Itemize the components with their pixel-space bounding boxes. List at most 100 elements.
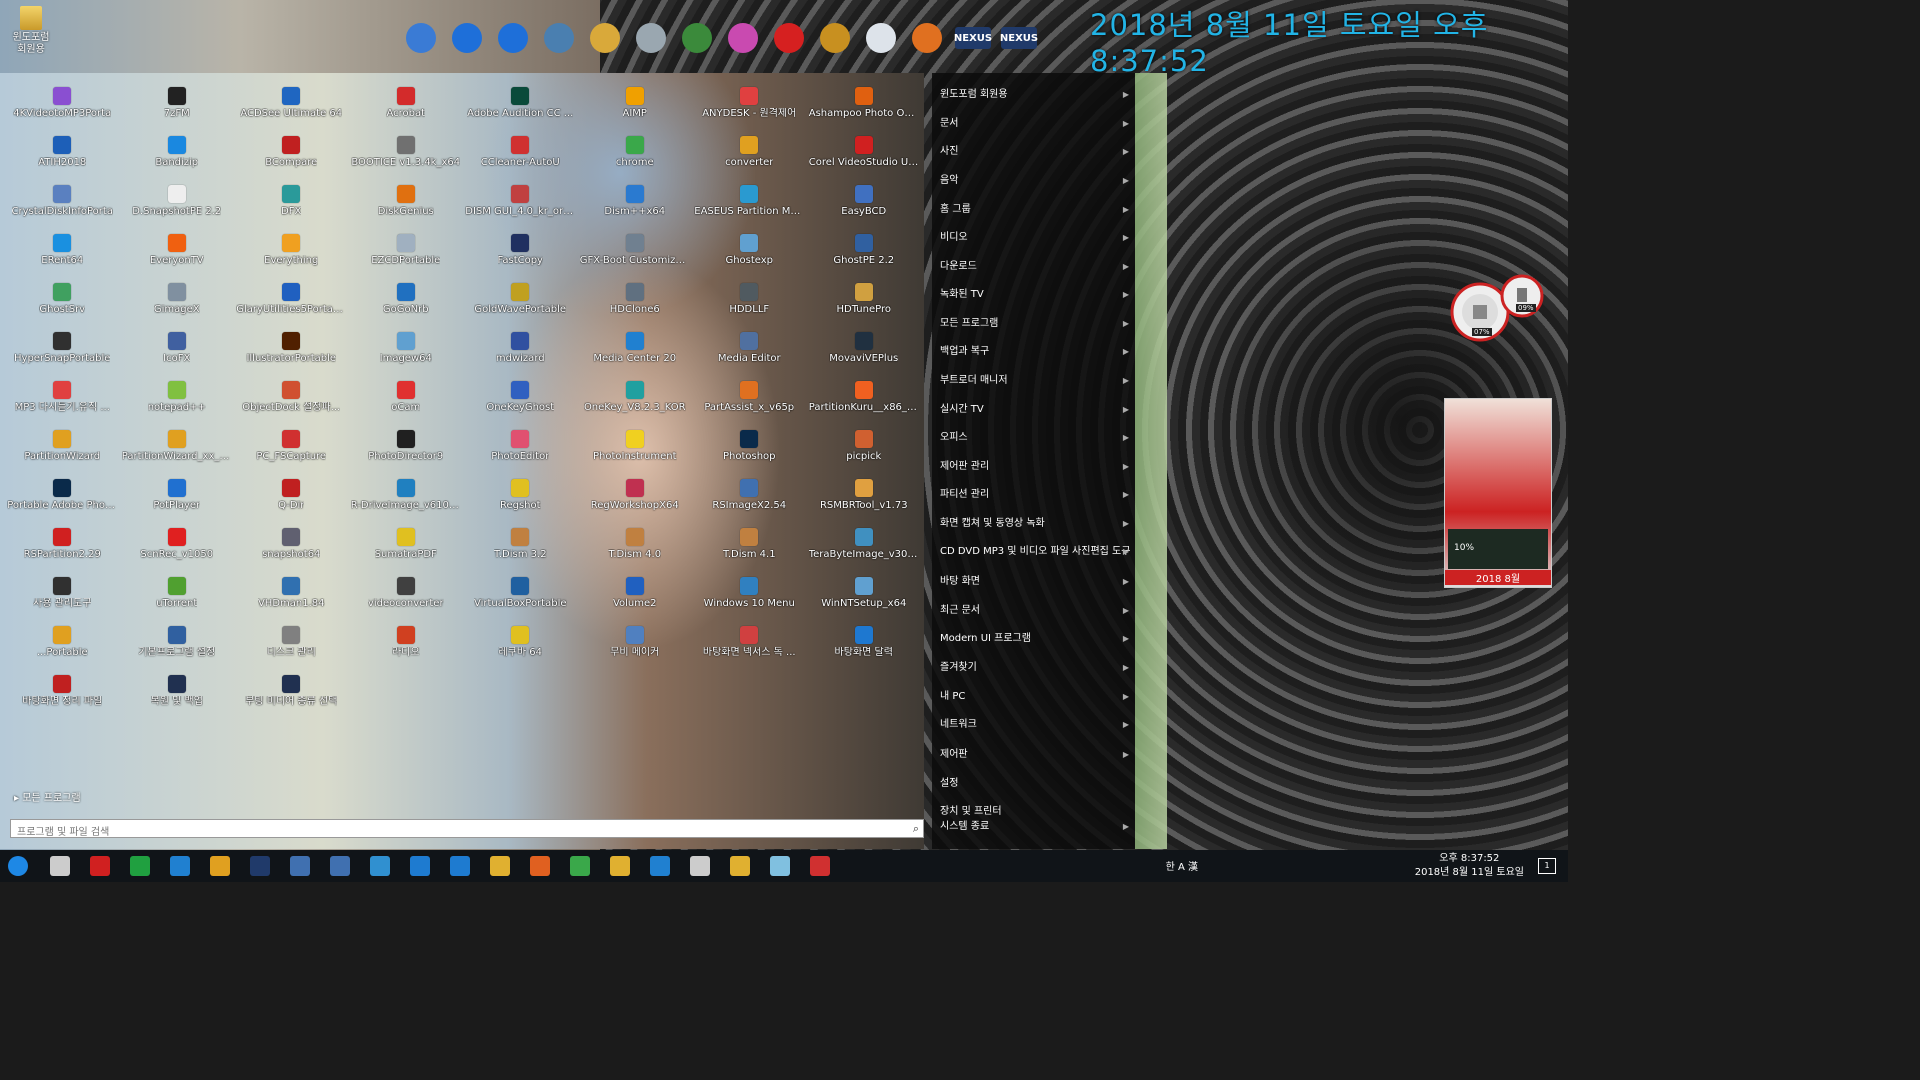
start-right-item[interactable]: Modern UI 프로그램 ▶ (940, 631, 1135, 647)
program-item[interactable]: Corel VideoStudio Ul... (807, 132, 922, 181)
program-item[interactable]: OneKeyGhost (463, 377, 578, 426)
start-right-item[interactable]: 윈도포럼 회원용 ▶ (940, 87, 1135, 103)
folder-icon[interactable] (490, 856, 510, 876)
undo-icon[interactable] (446, 18, 488, 58)
edge-icon[interactable] (450, 856, 470, 876)
program-item[interactable]: Ashampoo Photo Op... (807, 83, 922, 132)
program-item[interactable]: snapshot64 (234, 524, 349, 573)
task-view-icon[interactable] (50, 856, 70, 876)
program-item[interactable]: Everything (234, 230, 349, 279)
photo-clock-gadget[interactable]: 10% 2018 8월 (1444, 398, 1552, 588)
program-item[interactable]: T.Dism 4.0 (578, 524, 693, 573)
power-orange-icon[interactable] (210, 856, 230, 876)
monitor2-icon[interactable] (330, 856, 350, 876)
program-item[interactable]: EveryonTV (120, 230, 235, 279)
key-icon[interactable] (584, 18, 626, 58)
program-item[interactable]: 라디오 (349, 622, 464, 671)
program-item[interactable]: OneKey_V8.2.3_KOR (578, 377, 693, 426)
start-right-item[interactable]: 파티션 관리 ▶ (940, 487, 1135, 503)
globe-icon[interactable] (676, 18, 718, 58)
start-right-item[interactable]: 바탕 화면 ▶ (940, 574, 1135, 590)
start-right-item[interactable]: 최근 문서 ▶ (940, 603, 1135, 619)
volume-gadget[interactable]: 10% (1448, 529, 1548, 569)
gear-icon[interactable] (370, 856, 390, 876)
program-item[interactable]: PartitionWizard (5, 426, 120, 475)
start-right-item[interactable]: 즐겨찾기 ▶ (940, 660, 1135, 676)
program-item[interactable]: Volume2 (578, 573, 693, 622)
start-right-item[interactable]: 사진 ▶ (940, 144, 1135, 160)
program-item[interactable]: Media Center 20 (578, 328, 693, 377)
program-item[interactable]: GoldWavePortable (463, 279, 578, 328)
start-right-item[interactable]: 장치 및 프린터 (940, 804, 1135, 820)
program-item[interactable]: GoGoNrb (349, 279, 464, 328)
start-right-item[interactable]: 제어판 관리 ▶ (940, 459, 1135, 475)
program-item[interactable]: GFX-Boot Customize... (578, 230, 693, 279)
program-item[interactable]: PartitionWizard_xx_v... (120, 426, 235, 475)
start-orb-icon[interactable] (8, 856, 28, 876)
explorer-icon[interactable] (610, 856, 630, 876)
program-item[interactable]: 기본프로그램 설정 (120, 622, 235, 671)
start-right-item[interactable]: 시스템 종료 ▶ (940, 819, 1135, 835)
program-item[interactable]: PartitionKuru__x86_x... (807, 377, 922, 426)
trash-icon[interactable] (630, 18, 672, 58)
start-right-item[interactable]: 오피스 ▶ (940, 430, 1135, 446)
program-item[interactable]: 4KVideotoMP3Porta (5, 83, 120, 132)
program-item[interactable]: converter (692, 132, 807, 181)
start-right-item[interactable]: 비디오 ▶ (940, 230, 1135, 246)
program-item[interactable]: D.SnapshotPE 2.2 (120, 181, 235, 230)
program-item[interactable]: HDDLLF (692, 279, 807, 328)
app-blue-arrow-icon[interactable] (170, 856, 190, 876)
notification-center-icon[interactable]: 1 (1538, 858, 1556, 874)
program-item[interactable]: Dism++x64 (578, 181, 693, 230)
search-box[interactable]: ⌕ (10, 819, 924, 841)
program-item[interactable]: videoconverter (349, 573, 464, 622)
program-item[interactable]: DISM GUI_4.0_kr_ori... (463, 181, 578, 230)
start-right-item[interactable]: 설정 (940, 776, 1135, 792)
program-item[interactable]: mdwizard (463, 328, 578, 377)
program-item[interactable]: T.Dism 3.2 (463, 524, 578, 573)
program-item[interactable]: GhostSrv (5, 279, 120, 328)
program-item[interactable]: 7zFM (120, 83, 235, 132)
program-item[interactable]: RSImageX2.54 (692, 475, 807, 524)
program-item[interactable]: 바탕화면 달력 (807, 622, 922, 671)
program-item[interactable]: oCam (349, 377, 464, 426)
start-right-item[interactable]: 음악 ▶ (940, 173, 1135, 189)
mail-icon[interactable] (690, 856, 710, 876)
capture-icon[interactable] (810, 856, 830, 876)
program-item[interactable]: picpick (807, 426, 922, 475)
program-item[interactable]: ObjectDock 설정파... (234, 377, 349, 426)
program-item[interactable]: ERent64 (5, 230, 120, 279)
program-item[interactable]: chrome (578, 132, 693, 181)
start-right-item[interactable]: CD DVD MP3 및 비디오 파일 사진편집 도구 ▶ (940, 544, 1135, 560)
program-item[interactable]: SumatraPDF (349, 524, 464, 573)
program-item[interactable]: RSMBRTool_v1.73 (807, 475, 922, 524)
start-right-item[interactable]: 제어판 ▶ (940, 747, 1135, 763)
program-item[interactable]: MovaviVEPlus (807, 328, 922, 377)
redo-icon[interactable] (492, 18, 534, 58)
program-item[interactable]: GlaryUtilities5Portable (234, 279, 349, 328)
program-item[interactable]: Acrobat (349, 83, 464, 132)
program-item[interactable]: Regshot (463, 475, 578, 524)
program-item[interactable]: RegWorkshopX64 (578, 475, 693, 524)
app-red-icon[interactable] (90, 856, 110, 876)
start-right-item[interactable]: 실시간 TV ▶ (940, 402, 1135, 418)
program-item[interactable]: GimageX (120, 279, 235, 328)
program-item[interactable]: 무비 메이커 (578, 622, 693, 671)
program-item[interactable]: VHDman1.84 (234, 573, 349, 622)
program-item[interactable]: Q-Dir (234, 475, 349, 524)
program-item[interactable]: notepad++ (120, 377, 235, 426)
program-item[interactable]: BOOTICE v1.3.4k_x64 (349, 132, 464, 181)
program-item[interactable]: 바탕화면 정리 파일 (5, 671, 120, 720)
program-item[interactable]: T.Dism 4.1 (692, 524, 807, 573)
start-right-item[interactable]: 내 PC ▶ (940, 689, 1135, 705)
program-item[interactable]: RSPartition2.29 (5, 524, 120, 573)
program-item[interactable]: 디스크 관리 (234, 622, 349, 671)
program-item[interactable]: ...Portable (5, 622, 120, 671)
orb-icon[interactable] (906, 18, 948, 58)
taskbar-clock[interactable]: 오후 8:37:52 2018년 8월 11일 토요일 (1415, 852, 1524, 880)
app-green-icon[interactable] (130, 856, 150, 876)
program-item[interactable]: 레쿠바 64 (463, 622, 578, 671)
program-item[interactable]: PhotoDirector9 (349, 426, 464, 475)
monitor-icon[interactable] (538, 18, 580, 58)
program-item[interactable]: Windows 10 Menu (692, 573, 807, 622)
